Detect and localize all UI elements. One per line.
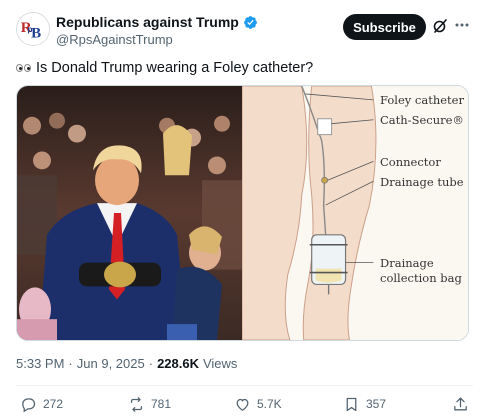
verified-badge-icon: [243, 15, 258, 30]
label-cath-secure: Cath-Secure®: [380, 113, 464, 127]
tweet-card: R B p Republicans against Trump @RpsAgai…: [0, 0, 489, 418]
repost-icon: [130, 396, 143, 412]
svg-text:B: B: [31, 25, 41, 41]
views-count: 228.6K: [157, 356, 199, 371]
avatar[interactable]: R B p: [16, 12, 50, 46]
views-label: Views: [202, 356, 238, 371]
label-foley-catheter: Foley catheter: [380, 93, 464, 107]
author-name-row: Republicans against Trump: [56, 14, 258, 30]
heart-icon: [236, 398, 249, 411]
bookmark-button[interactable]: 357: [343, 392, 386, 416]
divider: [16, 385, 473, 386]
tweet-meta: 5:33 PM · Jun 9, 2025 · 228.6K Views: [16, 356, 237, 371]
author-handle[interactable]: @RpsAgainstTrump: [56, 32, 173, 47]
bookmark-count: 357: [366, 397, 387, 411]
author-display-name[interactable]: Republicans against Trump: [56, 14, 239, 30]
like-count: 5.7K: [257, 397, 282, 411]
more-options-icon[interactable]: [453, 16, 471, 34]
label-drainage-bag-line2: collection bag: [380, 271, 462, 285]
reply-icon: [22, 397, 36, 412]
reply-count: 272: [43, 397, 64, 411]
label-drainage-bag-line1: Drainage: [380, 256, 434, 270]
repost-button[interactable]: 781: [128, 392, 171, 416]
like-button[interactable]: 5.7K: [234, 392, 282, 416]
meta-separator-2: ·: [148, 356, 154, 371]
action-bar: 272 781 5.7K 357: [0, 392, 489, 416]
share-icon: [454, 396, 467, 410]
tweet-media[interactable]: Foley catheter Cath-Secure® Connector Dr…: [16, 85, 469, 341]
label-drainage-tube: Drainage tube: [380, 175, 464, 189]
meta-separator: ·: [68, 356, 73, 371]
svg-text:p: p: [27, 24, 32, 34]
share-button[interactable]: [452, 392, 469, 416]
repost-count: 781: [151, 397, 172, 411]
catheter-diagram: Foley catheter Cath-Secure® Connector Dr…: [242, 86, 468, 340]
tweet-text-body: Is Donald Trump wearing a Foley catheter…: [36, 60, 314, 76]
eyes-emoji-icon: [16, 64, 31, 72]
tweet-time[interactable]: 5:33 PM: [16, 356, 64, 371]
label-connector: Connector: [380, 155, 441, 169]
bookmark-icon: [346, 397, 357, 411]
tweet-text: Is Donald Trump wearing a Foley catheter…: [16, 60, 313, 76]
event-photo[interactable]: [17, 86, 242, 340]
tweet-date[interactable]: Jun 9, 2025: [77, 356, 145, 371]
reply-button[interactable]: 272: [20, 392, 63, 416]
subscribe-button[interactable]: Subscribe: [343, 14, 426, 40]
grok-icon[interactable]: [432, 18, 448, 34]
